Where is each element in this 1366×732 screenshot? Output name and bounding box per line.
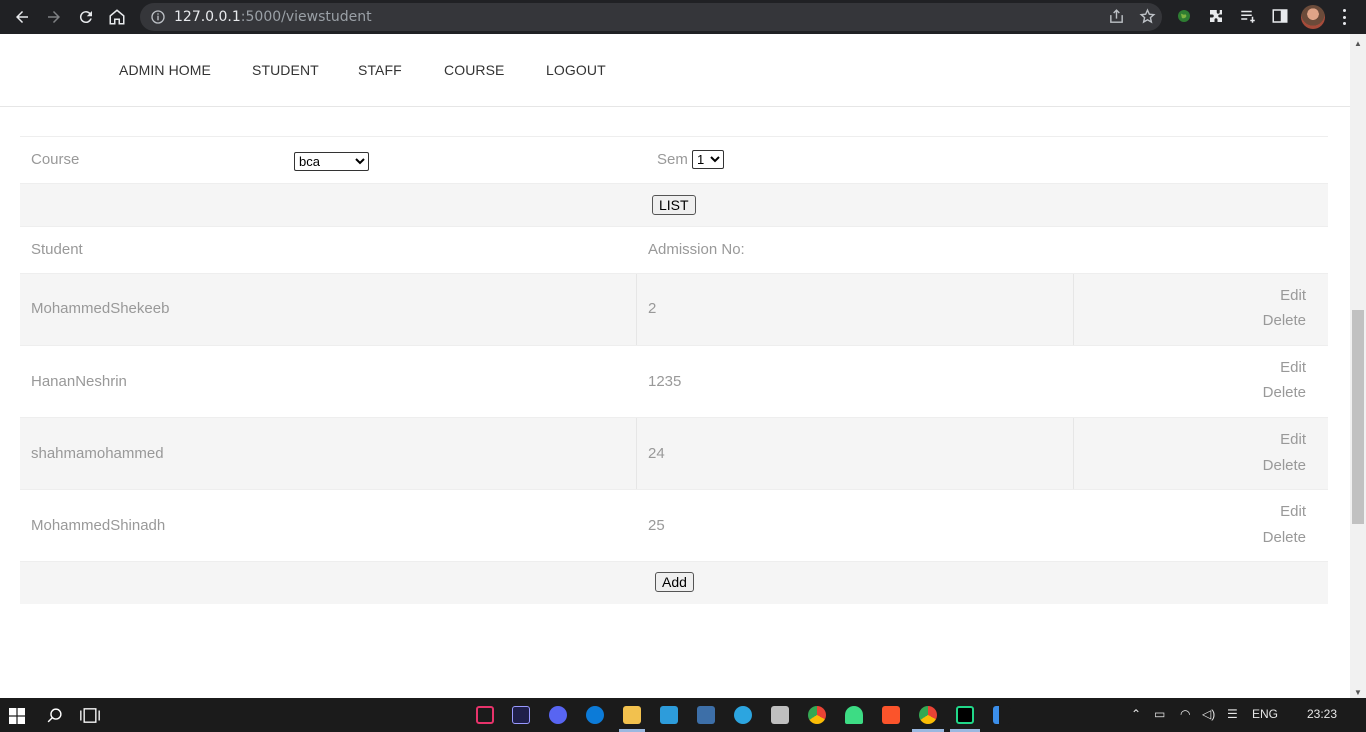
volume-icon[interactable]: ◁) — [1202, 707, 1215, 721]
nav-student[interactable]: STUDENT — [252, 62, 319, 78]
delete-link[interactable]: Delete — [1263, 312, 1306, 329]
language-indicator[interactable]: ENG — [1252, 707, 1278, 721]
pycharm-icon[interactable] — [956, 706, 974, 724]
file-explorer-icon[interactable] — [623, 706, 641, 724]
extension-earth-icon[interactable] — [1175, 7, 1193, 25]
student-table: Course bca Sem 1 LIST Student Admission … — [20, 136, 1328, 604]
student-name: MohammedShekeeb — [31, 300, 170, 317]
list-button[interactable]: LIST — [652, 195, 696, 215]
tray-chevron-icon[interactable]: ⌃ — [1131, 707, 1141, 721]
browser-toolbar: 127.0.0.1:5000/viewstudent — [0, 0, 1366, 34]
printer-icon[interactable] — [771, 706, 789, 724]
windows-taskbar: ⌃ ▭ ◠ ◁) ☰ ENG 23:23 — [0, 698, 1366, 732]
telegram-icon[interactable] — [734, 706, 752, 724]
back-icon — [16, 11, 28, 23]
table-row: MohammedShekeeb 2 Edit Delete — [20, 273, 1328, 345]
task-view-icon[interactable] — [80, 707, 100, 724]
top-navigation: ADMIN HOME STUDENT STAFF COURSE LOGOUT — [0, 34, 1350, 107]
url-path: :5000/viewstudent — [240, 9, 372, 25]
admission-no: 24 — [648, 445, 665, 462]
url-text[interactable]: 127.0.0.1:5000/viewstudent — [174, 9, 372, 25]
star-icon[interactable] — [1139, 8, 1156, 25]
search-icon[interactable] — [46, 707, 63, 724]
menu-icon[interactable] — [1342, 9, 1346, 25]
sem-select[interactable]: 1 — [692, 150, 724, 169]
edge-icon[interactable] — [586, 706, 604, 724]
chrome-icon[interactable] — [808, 706, 826, 724]
add-button[interactable]: Add — [655, 572, 694, 592]
after-effects-icon[interactable] — [512, 706, 530, 724]
puzzle-icon[interactable] — [1207, 7, 1225, 25]
home-button[interactable] — [101, 1, 133, 33]
remote-desktop-icon[interactable] — [660, 706, 678, 724]
delete-link[interactable]: Delete — [1263, 384, 1306, 401]
share-icon[interactable] — [1108, 8, 1125, 25]
nav-logout[interactable]: LOGOUT — [546, 62, 606, 78]
forward-icon — [48, 11, 60, 23]
vscode-icon[interactable] — [993, 706, 1011, 724]
reload-icon — [79, 11, 92, 24]
address-bar[interactable]: 127.0.0.1:5000/viewstudent — [140, 3, 1162, 31]
edit-link[interactable]: Edit — [1280, 287, 1306, 304]
nav-admin-home[interactable]: ADMIN HOME — [119, 62, 211, 78]
table-row: MohammedShinadh 25 Edit Delete — [20, 489, 1328, 561]
back-button[interactable] — [6, 1, 38, 33]
admission-header: Admission No: — [648, 241, 745, 258]
input-icon[interactable]: ☰ — [1227, 707, 1238, 721]
clock[interactable]: 23:23 — [1307, 707, 1337, 721]
sidepanel-icon[interactable] — [1271, 7, 1289, 25]
sem-label: Sem — [657, 151, 688, 168]
chrome-active-icon[interactable] — [919, 706, 937, 724]
table-row: HananNeshrin 1235 Edit Delete — [20, 345, 1328, 417]
page-content: ADMIN HOME STUDENT STAFF COURSE LOGOUT C… — [0, 34, 1350, 698]
column-divider — [1073, 418, 1074, 489]
column-divider — [1073, 274, 1074, 345]
student-name: MohammedShinadh — [31, 517, 166, 534]
reload-button[interactable] — [70, 1, 102, 33]
reading-list-icon[interactable] — [1239, 7, 1257, 25]
app-icon-pink[interactable] — [476, 706, 494, 724]
student-name: shahmamohammed — [31, 445, 164, 462]
url-host: 127.0.0.1 — [174, 9, 241, 25]
edit-link[interactable]: Edit — [1280, 431, 1306, 448]
info-icon[interactable] — [150, 9, 166, 25]
home-icon — [109, 9, 125, 25]
brave-icon[interactable] — [882, 706, 900, 724]
profile-avatar[interactable] — [1301, 5, 1325, 29]
add-row: Add — [20, 561, 1328, 604]
delete-link[interactable]: Delete — [1263, 529, 1306, 546]
scroll-up-icon[interactable]: ▲ — [1352, 38, 1364, 50]
student-name: HananNeshrin — [31, 373, 127, 390]
admission-no: 25 — [648, 517, 665, 534]
header-row: Student Admission No: — [20, 226, 1328, 273]
course-select[interactable]: bca — [294, 152, 369, 171]
wifi-icon[interactable]: ◠ — [1180, 707, 1190, 721]
course-label: Course — [31, 151, 80, 168]
table-row: shahmamohammed 24 Edit Delete — [20, 417, 1328, 489]
student-header: Student — [31, 241, 83, 258]
nav-staff[interactable]: STAFF — [358, 62, 402, 78]
android-studio-icon[interactable] — [845, 706, 863, 724]
delete-link[interactable]: Delete — [1263, 457, 1306, 474]
edit-link[interactable]: Edit — [1280, 503, 1306, 520]
column-divider — [636, 418, 637, 489]
discord-icon[interactable] — [549, 706, 567, 724]
battery-icon[interactable]: ▭ — [1154, 707, 1165, 721]
keyboard-icon[interactable] — [697, 706, 715, 724]
edit-link[interactable]: Edit — [1280, 359, 1306, 376]
admission-no: 1235 — [648, 373, 682, 390]
scrollbar-thumb[interactable] — [1352, 310, 1364, 524]
column-divider — [636, 274, 637, 345]
list-row: LIST — [20, 183, 1328, 226]
admission-no: 2 — [648, 300, 657, 317]
windows-start-icon[interactable] — [9, 708, 25, 724]
filter-row: Course bca Sem 1 — [20, 136, 1328, 183]
nav-course[interactable]: COURSE — [444, 62, 505, 78]
forward-button[interactable] — [38, 1, 70, 33]
